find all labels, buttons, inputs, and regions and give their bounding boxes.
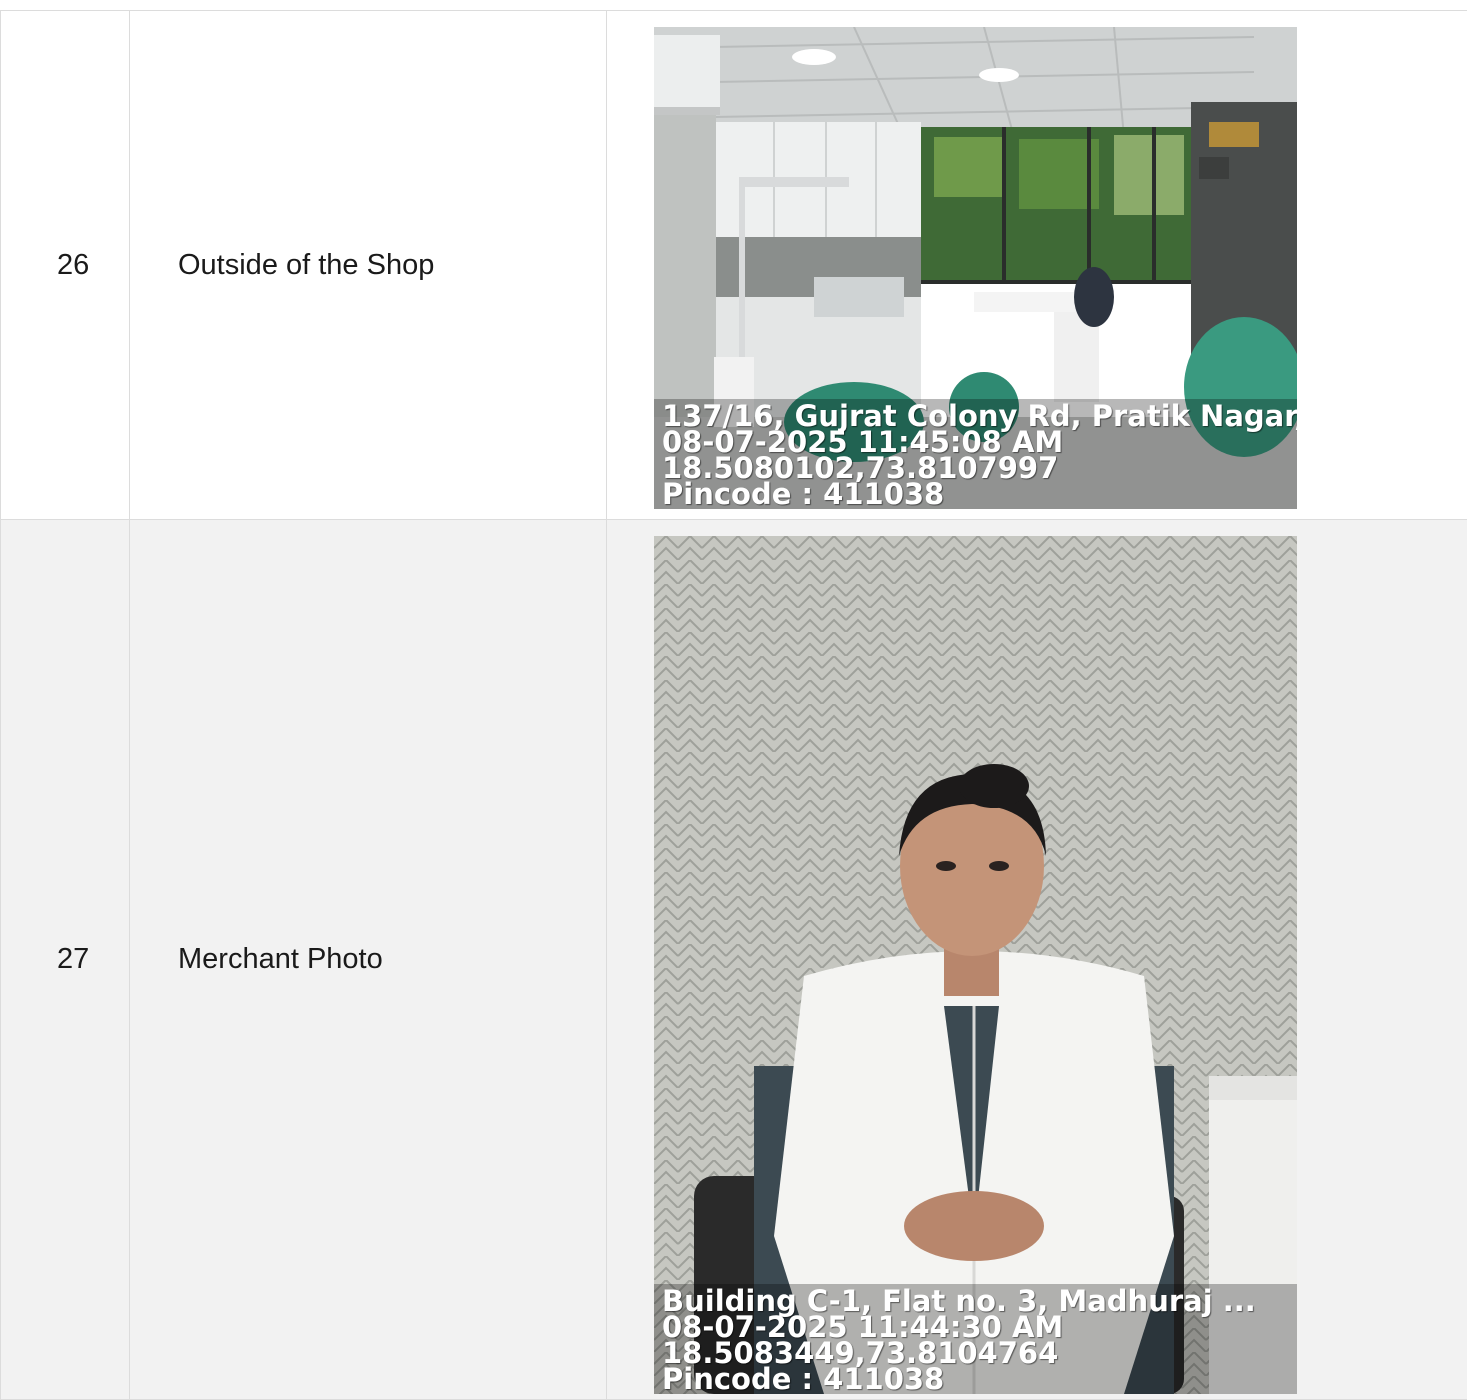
photo-geotag: 137/16, Gujrat Colony Rd, Pratik Nagar, …	[654, 399, 1297, 509]
table-row: 26 Outside of the Shop 137/16, Gujrat Co…	[0, 11, 1467, 520]
row-number: 26	[0, 11, 130, 519]
photo-table: 26 Outside of the Shop 137/16, Gujrat Co…	[0, 10, 1467, 1400]
merchant-photo-image	[654, 536, 1297, 1394]
row-number: 27	[0, 520, 130, 1399]
row-label: Outside of the Shop	[130, 11, 607, 519]
row-label: Merchant Photo	[130, 520, 607, 1399]
photo-cell: 137/16, Gujrat Colony Rd, Pratik Nagar, …	[607, 11, 1467, 519]
photo-geotag: Building C-1, Flat no. 3, Madhuraj ... 0…	[654, 1284, 1297, 1394]
clinic-photo[interactable]: 137/16, Gujrat Colony Rd, Pratik Nagar, …	[654, 27, 1297, 509]
table-row: 27 Merchant Photo Building C-1, Flat no.…	[0, 520, 1467, 1400]
merchant-photo[interactable]: Building C-1, Flat no. 3, Madhuraj ... 0…	[654, 536, 1297, 1394]
photo-cell: Building C-1, Flat no. 3, Madhuraj ... 0…	[607, 520, 1467, 1399]
